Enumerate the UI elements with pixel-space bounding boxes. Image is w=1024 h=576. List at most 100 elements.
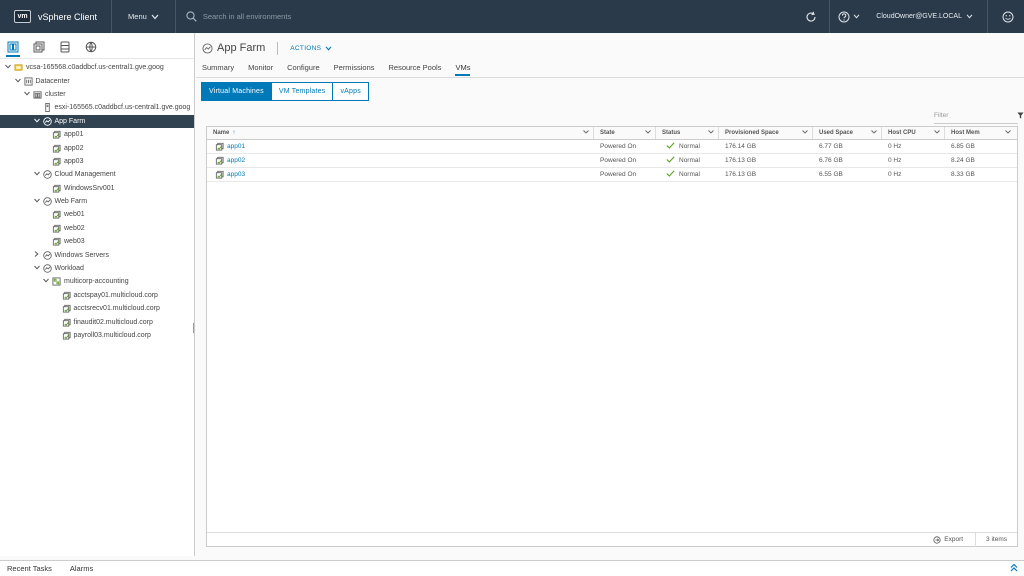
chevron-down-icon[interactable] <box>14 78 22 85</box>
tree-node-esxi-165565-c0addbcf-us-central1-gve-goog[interactable]: esxi-165565.c0addbcf.us-central1.gve.goo… <box>0 101 194 114</box>
column-menu-icon[interactable] <box>645 130 651 136</box>
cell-text: 176.14 GB <box>725 143 757 150</box>
tab-summary[interactable]: Summary <box>202 63 234 76</box>
chevron-down-icon[interactable] <box>33 198 41 205</box>
vm-type-toggle: Virtual Machines VM Templates vApps <box>201 82 369 101</box>
recent-tasks-tab[interactable]: Recent Tasks <box>0 564 62 573</box>
column-header-used-space[interactable]: Used Space <box>813 127 882 139</box>
column-header-label: Used Space <box>819 130 854 136</box>
toggle-vm-templates[interactable]: VM Templates <box>271 82 334 101</box>
tree-node-app02[interactable]: app02 <box>0 141 194 154</box>
cell-host-cpu: 0 Hz <box>882 140 945 153</box>
cell-text: 8.33 GB <box>951 171 975 178</box>
vms-templates-tab[interactable] <box>32 41 46 57</box>
chevron-down-icon[interactable] <box>23 91 31 98</box>
tree-node-web01[interactable]: web01 <box>0 208 194 221</box>
column-header-provisioned-space[interactable]: Provisioned Space <box>719 127 813 139</box>
vm-icon <box>52 157 61 166</box>
feedback-button[interactable] <box>988 0 1024 33</box>
cell-text[interactable]: app01 <box>227 143 245 150</box>
tree-node-acctspay01-multicloud-corp[interactable]: acctspay01.multicloud.corp <box>0 289 194 302</box>
refresh-button[interactable] <box>797 0 829 33</box>
search-input[interactable]: Search in all environments <box>203 12 291 21</box>
column-menu-icon[interactable] <box>871 130 877 136</box>
tree-node-vcsa-165568-c0addbcf-us-central1-gve-goog[interactable]: vcsa-165568.c0addbcf.us-central1.gve.goo… <box>0 61 194 74</box>
user-menu[interactable]: CloudOwner@GVE.LOCAL <box>868 0 987 33</box>
tree-node-acctsrecv01-multicloud-corp[interactable]: acctsrecv01.multicloud.corp <box>0 302 194 315</box>
vm-icon <box>62 291 71 300</box>
chevron-down-icon[interactable] <box>33 265 41 272</box>
column-header-label: Name <box>213 130 230 136</box>
column-header-host-mem[interactable]: Host Mem <box>945 127 1015 139</box>
tree-node-web03[interactable]: web03 <box>0 235 194 248</box>
table-row[interactable]: app02 Powered On Normal 176.13 GB 6.76 GB 0 H… <box>207 154 1017 168</box>
tree-node-web-farm[interactable]: Web Farm <box>0 195 194 208</box>
column-header-state[interactable]: State <box>594 127 656 139</box>
tree-node-cloud-management[interactable]: Cloud Management <box>0 168 194 181</box>
cell-name[interactable]: app01 <box>207 140 594 153</box>
tab-configure[interactable]: Configure <box>287 63 320 76</box>
tab-vms[interactable]: VMs <box>455 63 471 76</box>
tab-monitor[interactable]: Monitor <box>248 63 273 76</box>
networking-tab[interactable] <box>84 41 98 57</box>
chevron-down-icon[interactable] <box>42 278 50 285</box>
panel-resize-handle[interactable] <box>193 323 195 333</box>
menu-button[interactable]: Menu <box>112 0 175 33</box>
cell-host-mem: 8.33 GB <box>945 168 1015 181</box>
cell-text: Powered On <box>600 171 637 178</box>
tree-node-finaudit02-multicloud-corp[interactable]: finaudit02.multicloud.corp <box>0 315 194 328</box>
toggle-virtual-machines[interactable]: Virtual Machines <box>201 82 272 101</box>
filter-icon[interactable] <box>1017 112 1024 119</box>
tree-node-windowssrv001[interactable]: WindowsSrv001 <box>0 182 194 195</box>
filter-input[interactable]: Filter <box>934 112 1024 124</box>
table-row[interactable]: app03 Powered On Normal 176.13 GB 6.55 GB 0 H… <box>207 168 1017 182</box>
help-menu[interactable] <box>830 0 868 33</box>
tab-permissions[interactable]: Permissions <box>334 63 375 76</box>
tree-node-app03[interactable]: app03 <box>0 155 194 168</box>
column-header-status[interactable]: Status <box>656 127 719 139</box>
column-menu-icon[interactable] <box>708 130 714 136</box>
chevron-down-icon[interactable] <box>4 64 12 71</box>
column-header-label: Host Mem <box>951 130 980 136</box>
column-menu-icon[interactable] <box>934 130 940 136</box>
hosts-clusters-tab[interactable] <box>6 41 20 57</box>
checkmark-icon <box>666 142 675 151</box>
tree-node-cluster[interactable]: cluster <box>0 88 194 101</box>
column-header-name[interactable]: Name ↑ <box>207 127 594 139</box>
cell-provisioned-space: 176.13 GB <box>719 168 813 181</box>
tree-node-payroll03-multicloud-corp[interactable]: payroll03.multicloud.corp <box>0 329 194 342</box>
export-button[interactable]: Export <box>933 532 977 547</box>
chevron-down-icon[interactable] <box>33 118 41 125</box>
app-title[interactable]: vSphere Client <box>38 12 97 22</box>
tree-node-web02[interactable]: web02 <box>0 222 194 235</box>
storage-tab[interactable] <box>58 41 72 57</box>
toggle-vapps[interactable]: vApps <box>333 82 369 101</box>
column-menu-icon[interactable] <box>802 130 808 136</box>
vm-logo[interactable]: vm <box>14 10 31 23</box>
smiley-icon <box>1002 11 1014 22</box>
table-row[interactable]: app01 Powered On Normal 176.14 GB 6.77 GB 0 H… <box>207 140 1017 154</box>
cell-text[interactable]: app02 <box>227 157 245 164</box>
chevron-right-icon[interactable] <box>33 251 41 259</box>
global-search[interactable]: Search in all environments <box>186 11 486 22</box>
chevron-down-icon[interactable] <box>33 171 41 178</box>
datagrid-body: app01 Powered On Normal 176.14 GB 6.77 GB 0 H… <box>207 140 1017 182</box>
column-header-host-cpu[interactable]: Host CPU <box>882 127 945 139</box>
tree-node-datacenter[interactable]: Datacenter <box>0 74 194 87</box>
cell-text[interactable]: app03 <box>227 171 245 178</box>
tree-node-windows-servers[interactable]: Windows Servers <box>0 248 194 261</box>
cell-text: 0 Hz <box>888 171 902 178</box>
tree-node-app01[interactable]: app01 <box>0 128 194 141</box>
cell-name[interactable]: app02 <box>207 154 594 167</box>
tree-node-label: Datacenter <box>35 77 70 85</box>
tree-node-app-farm[interactable]: App Farm <box>0 114 194 128</box>
actions-menu[interactable]: ACTIONS <box>290 45 332 52</box>
tree-node-workload[interactable]: Workload <box>0 262 194 275</box>
column-menu-icon[interactable] <box>1005 130 1011 136</box>
tab-resource-pools[interactable]: Resource Pools <box>388 63 441 76</box>
tree-node-multicorp-accounting[interactable]: multicorp-accounting <box>0 275 194 288</box>
cell-name[interactable]: app03 <box>207 168 594 181</box>
column-menu-icon[interactable] <box>583 130 589 136</box>
expand-icon[interactable] <box>1010 563 1018 574</box>
alarms-tab[interactable]: Alarms <box>62 564 101 573</box>
